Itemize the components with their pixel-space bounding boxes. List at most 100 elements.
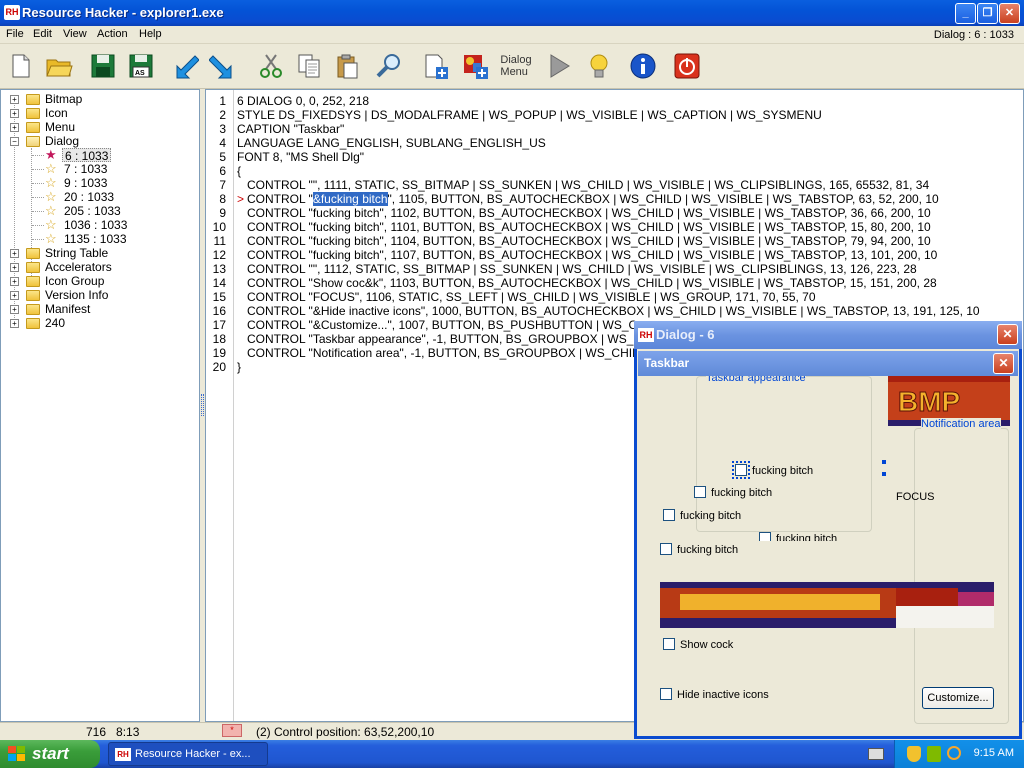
line-number: 16 bbox=[212, 304, 226, 318]
save-icon[interactable] bbox=[86, 49, 120, 83]
line-number: 12 bbox=[212, 248, 226, 262]
tree-item-dialog-20[interactable]: 20 : 1033 bbox=[64, 190, 114, 204]
expand-icon[interactable]: + bbox=[10, 263, 19, 272]
security-shield-icon[interactable] bbox=[907, 746, 921, 762]
code-line[interactable]: CONTROL "&Hide inactive icons", 1000, BU… bbox=[237, 304, 980, 318]
minimize-button[interactable]: _ bbox=[955, 3, 976, 24]
menu-help[interactable]: Help bbox=[139, 28, 162, 40]
restore-button[interactable]: ❐ bbox=[977, 3, 998, 24]
menu-view[interactable]: View bbox=[63, 28, 87, 40]
dialog-preview-titlebar[interactable]: RH Dialog - 6 ✕ bbox=[634, 321, 1022, 349]
code-line[interactable]: CONTROL "Notification area", -1, BUTTON,… bbox=[237, 346, 639, 360]
keyboard-icon[interactable] bbox=[868, 748, 884, 760]
resource-tree: + Bitmap + Icon + Menu − Dialog ★ 6 : 10… bbox=[0, 89, 200, 722]
exit-icon[interactable] bbox=[670, 49, 704, 83]
code-line[interactable]: 6 DIALOG 0, 0, 252, 218 bbox=[237, 94, 369, 108]
code-line[interactable]: CAPTION "Taskbar" bbox=[237, 122, 344, 136]
tree-item-dialog-1135[interactable]: 1135 : 1033 bbox=[64, 232, 127, 246]
close-button[interactable]: ✕ bbox=[999, 3, 1020, 24]
customize-button[interactable]: Customize... bbox=[922, 687, 994, 709]
info-icon[interactable] bbox=[626, 49, 660, 83]
cut-icon[interactable] bbox=[254, 49, 288, 83]
search-icon[interactable] bbox=[947, 746, 961, 760]
code-line[interactable]: CONTROL "FOCUS", 1106, STATIC, SS_LEFT |… bbox=[237, 290, 816, 304]
dialog-close-button[interactable]: ✕ bbox=[997, 324, 1018, 345]
code-line[interactable]: } bbox=[237, 360, 241, 374]
taskbar-item-resource-hacker[interactable]: RH Resource Hacker - ex... bbox=[108, 742, 268, 766]
tree-item-dialog[interactable]: Dialog bbox=[45, 134, 79, 148]
arrow-import-icon[interactable] bbox=[168, 49, 202, 83]
expand-icon[interactable]: + bbox=[10, 123, 19, 132]
code-line[interactable]: CONTROL "fucking bitch", 1101, BUTTON, B… bbox=[237, 220, 931, 234]
collapse-icon[interactable]: − bbox=[10, 137, 19, 146]
tree-item-dialog-7[interactable]: 7 : 1033 bbox=[64, 162, 107, 176]
start-button[interactable]: start bbox=[0, 740, 100, 768]
tree-item-menu[interactable]: Menu bbox=[45, 120, 75, 134]
code-line[interactable]: LANGUAGE LANG_ENGLISH, SUBLANG_ENGLISH_U… bbox=[237, 136, 546, 150]
code-line[interactable]: FONT 8, "MS Shell Dlg" bbox=[237, 150, 364, 164]
code-line[interactable]: CONTROL "fucking bitch", 1107, BUTTON, B… bbox=[237, 248, 937, 262]
expand-icon[interactable]: + bbox=[10, 305, 19, 314]
tree-item-bitmap[interactable]: Bitmap bbox=[45, 92, 82, 106]
code-line[interactable]: CONTROL "&Customize...", 1007, BUTTON, B… bbox=[237, 318, 637, 332]
code-line[interactable]: CONTROL "", 1111, STATIC, SS_BITMAP | SS… bbox=[237, 178, 929, 192]
expand-icon[interactable]: + bbox=[10, 277, 19, 286]
code-line[interactable]: CONTROL "&fucking bitch", 1105, BUTTON, … bbox=[237, 192, 939, 206]
tree-item-dialog-9[interactable]: 9 : 1033 bbox=[64, 176, 107, 190]
title-bar[interactable]: RH Resource Hacker - explorer1.exe _ ❐ ✕ bbox=[0, 0, 1024, 26]
add-resource-icon[interactable] bbox=[418, 49, 452, 83]
expand-icon[interactable]: + bbox=[10, 249, 19, 258]
menu-file[interactable]: File bbox=[6, 28, 24, 40]
checkbox-label: Show cock bbox=[680, 639, 734, 651]
checkbox-label: fucking bitch bbox=[711, 487, 773, 499]
save-as-icon[interactable]: AS bbox=[124, 49, 158, 83]
show-checkbox[interactable]: Show cock bbox=[663, 638, 733, 652]
tree-item-dialog-1036[interactable]: 1036 : 1033 bbox=[64, 218, 127, 232]
hide-inactive-checkbox[interactable]: Hide inactive icons bbox=[660, 688, 769, 702]
checkbox-item[interactable]: fucking bitch bbox=[660, 543, 738, 557]
code-line[interactable]: { bbox=[237, 164, 241, 178]
taskbar-dialog-body: Taskbar appearance BMP Notification area… bbox=[638, 376, 1018, 731]
expand-icon[interactable]: + bbox=[10, 319, 19, 328]
tree-item-240[interactable]: 240 bbox=[45, 316, 65, 330]
add-image-icon[interactable] bbox=[458, 49, 492, 83]
checkbox-item[interactable]: fucking bitch bbox=[759, 532, 837, 541]
tree-item-icon-group[interactable]: Icon Group bbox=[45, 274, 104, 288]
code-line[interactable]: CONTROL "fucking bitch", 1102, BUTTON, B… bbox=[237, 206, 931, 220]
paste-icon[interactable] bbox=[330, 49, 364, 83]
tree-item-accelerators[interactable]: Accelerators bbox=[45, 260, 112, 274]
expand-icon[interactable]: + bbox=[10, 291, 19, 300]
copy-icon[interactable] bbox=[292, 49, 326, 83]
taskbar-dialog-close-button[interactable]: ✕ bbox=[993, 353, 1014, 374]
tree-item-string-table[interactable]: String Table bbox=[45, 246, 108, 260]
network-icon[interactable] bbox=[927, 746, 941, 762]
windows-logo-icon bbox=[8, 746, 25, 761]
tree-item-dialog-6[interactable]: 6 : 1033 bbox=[62, 148, 112, 163]
open-folder-icon[interactable] bbox=[42, 49, 76, 83]
arrow-export-icon[interactable] bbox=[206, 49, 240, 83]
checkbox-label: fucking bitch bbox=[752, 465, 814, 477]
menu-action[interactable]: Action bbox=[97, 28, 128, 40]
dialog-menu-icon[interactable]: Dialog Menu bbox=[496, 49, 536, 83]
expand-icon[interactable]: + bbox=[10, 95, 19, 104]
code-line[interactable]: CONTROL "Taskbar appearance", -1, BUTTON… bbox=[237, 332, 642, 346]
checkbox-item[interactable]: fucking bitch bbox=[732, 461, 814, 479]
checkbox-item[interactable]: fucking bitch bbox=[694, 486, 772, 500]
find-icon[interactable] bbox=[372, 49, 406, 83]
new-file-icon[interactable] bbox=[4, 49, 38, 83]
tree-item-manifest[interactable]: Manifest bbox=[45, 302, 90, 316]
app-icon: RH bbox=[638, 328, 654, 342]
lightbulb-icon[interactable] bbox=[582, 49, 616, 83]
play-icon[interactable] bbox=[542, 49, 576, 83]
code-line[interactable]: STYLE DS_FIXEDSYS | DS_MODALFRAME | WS_P… bbox=[237, 108, 822, 122]
expand-icon[interactable]: + bbox=[10, 109, 19, 118]
tree-item-version-info[interactable]: Version Info bbox=[45, 288, 108, 302]
tree-item-icon[interactable]: Icon bbox=[45, 106, 68, 120]
code-line[interactable]: CONTROL "fucking bitch", 1104, BUTTON, B… bbox=[237, 234, 931, 248]
tree-item-dialog-205[interactable]: 205 : 1033 bbox=[64, 204, 121, 218]
menu-edit[interactable]: Edit bbox=[33, 28, 52, 40]
checkbox-item[interactable]: fucking bitch bbox=[663, 509, 741, 523]
code-line[interactable]: CONTROL "", 1112, STATIC, SS_BITMAP | SS… bbox=[237, 262, 917, 276]
taskbar-dialog-titlebar[interactable]: Taskbar ✕ bbox=[638, 351, 1018, 376]
code-line[interactable]: CONTROL "Show coc&k", 1103, BUTTON, BS_A… bbox=[237, 276, 937, 290]
